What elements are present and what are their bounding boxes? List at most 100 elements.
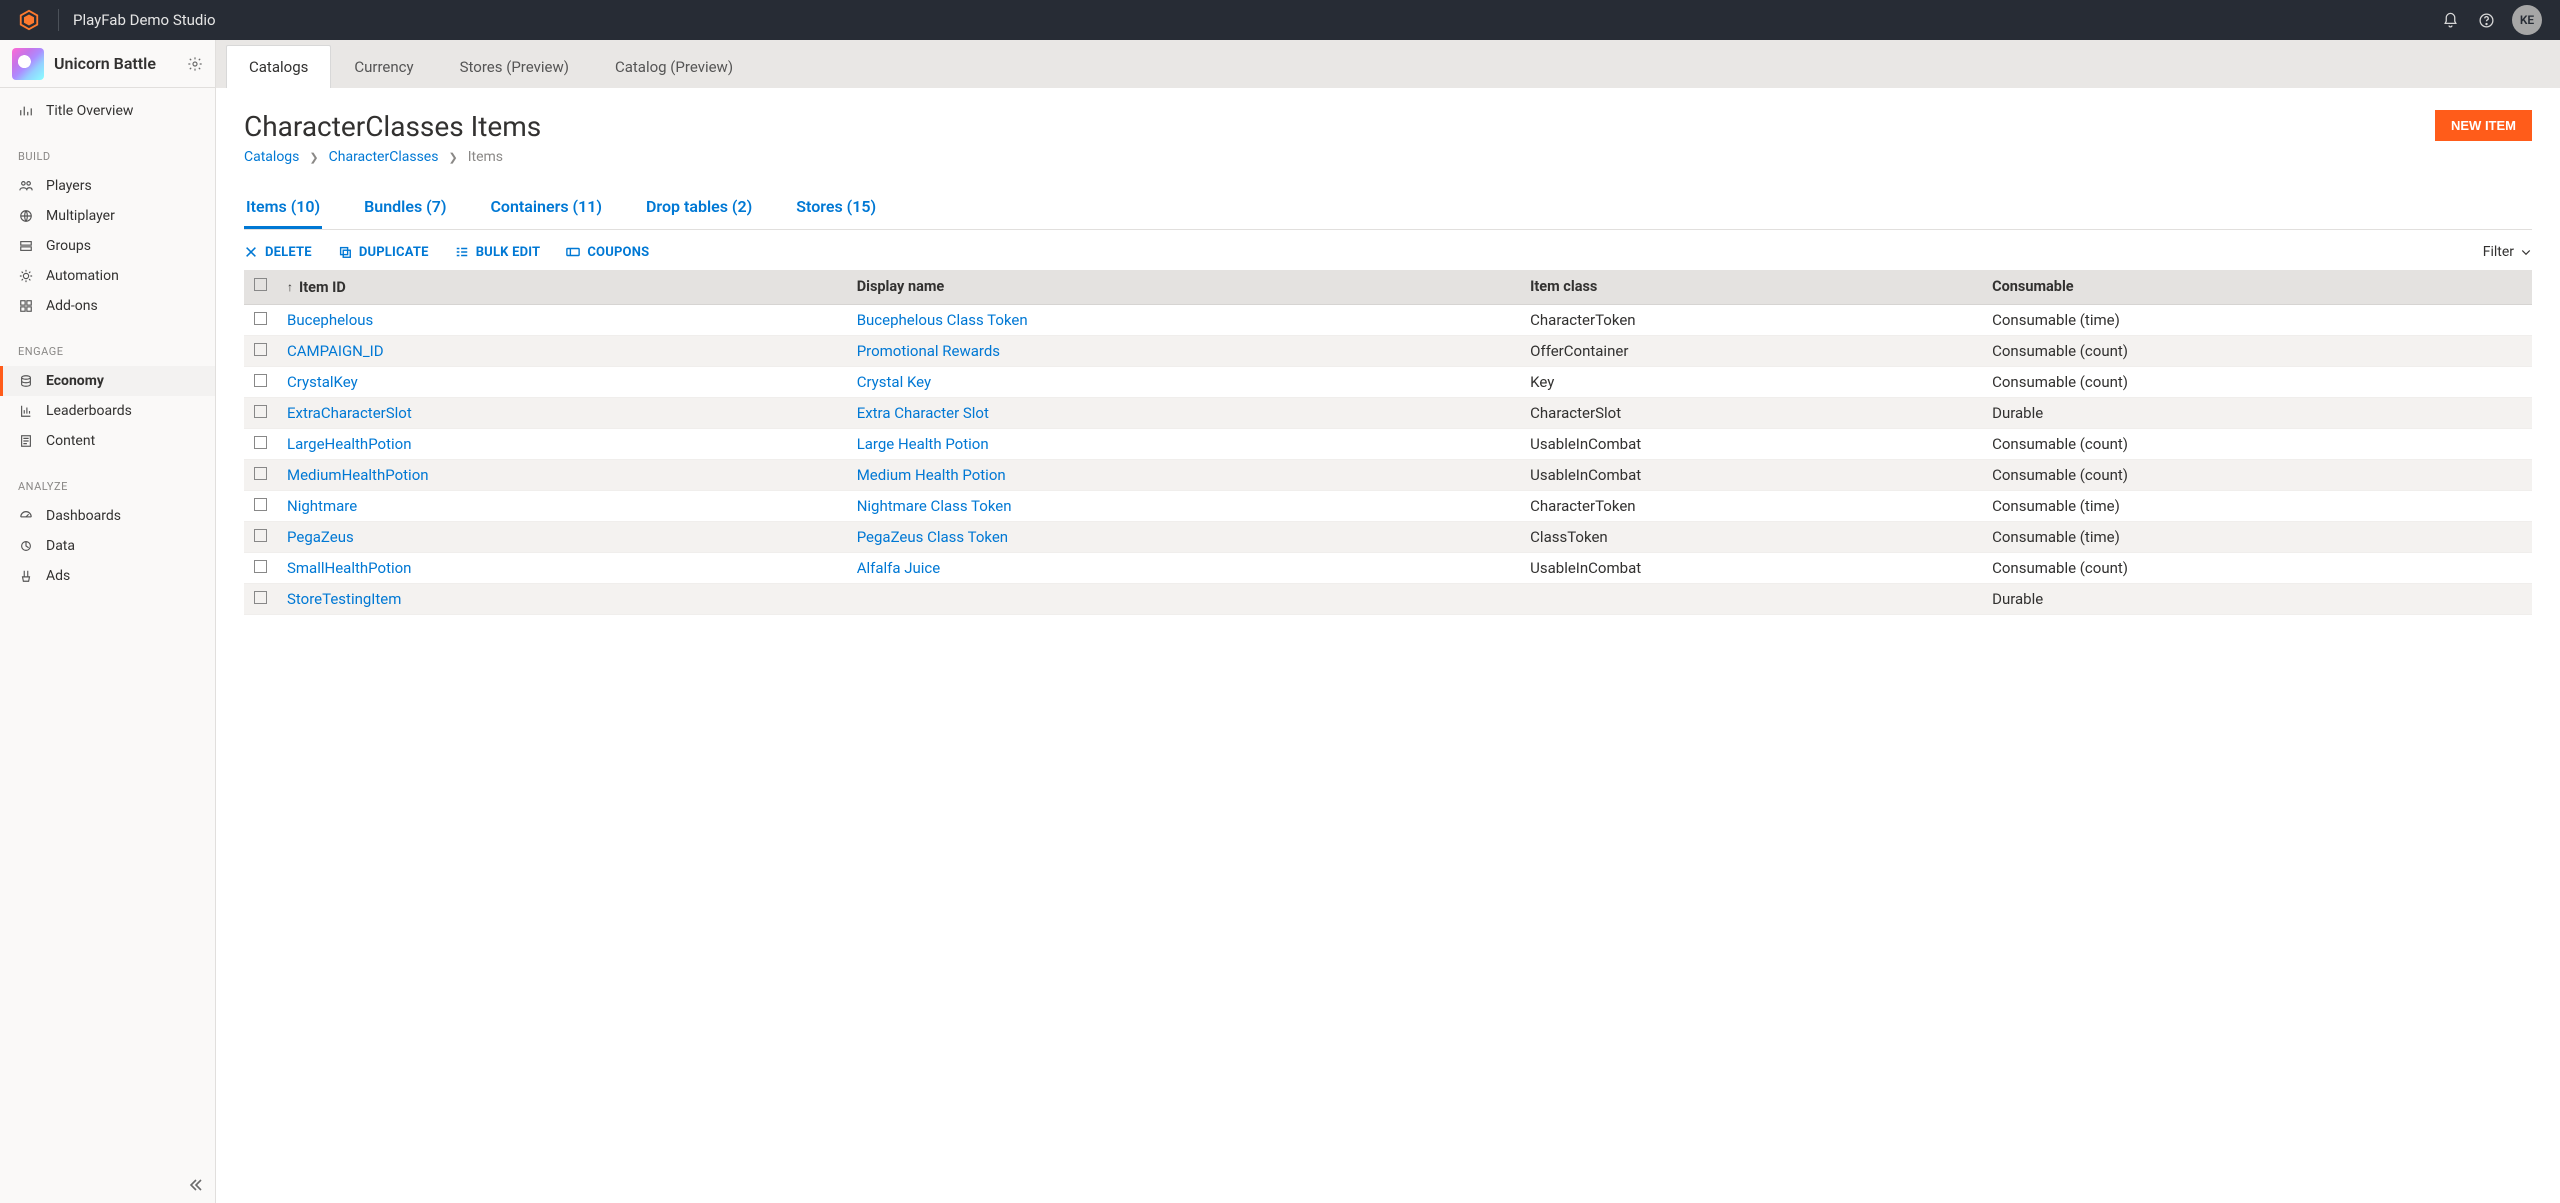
item-id-link[interactable]: SmallHealthPotion	[287, 559, 411, 577]
select-all-checkbox[interactable]	[254, 278, 267, 291]
sidebar-item-data[interactable]: Data	[0, 531, 215, 561]
table-row: PegaZeusPegaZeus Class TokenClassTokenCo…	[244, 521, 2532, 552]
consumable-cell: Consumable (count)	[1982, 552, 2532, 583]
row-checkbox[interactable]	[254, 374, 267, 387]
col-item-class[interactable]: Item class	[1520, 270, 1982, 304]
item-id-link[interactable]: MediumHealthPotion	[287, 466, 429, 484]
sidebar-item-label: Leaderboards	[46, 403, 132, 419]
sidebar-item-dashboards[interactable]: Dashboards	[0, 501, 215, 531]
main-area: Catalogs Currency Stores (Preview) Catal…	[216, 40, 2560, 1203]
row-checkbox[interactable]	[254, 591, 267, 604]
collapse-sidebar-icon[interactable]	[187, 1177, 203, 1193]
help-icon[interactable]	[2468, 2, 2504, 38]
bulk-edit-label: BULK EDIT	[476, 245, 541, 260]
bulk-edit-button[interactable]: BULK EDIT	[455, 245, 541, 260]
display-name-link[interactable]: Extra Character Slot	[857, 404, 989, 422]
notifications-icon[interactable]	[2432, 2, 2468, 38]
coupons-button[interactable]: COUPONS	[566, 245, 649, 260]
tab-currency[interactable]: Currency	[331, 45, 436, 88]
subtab-stores[interactable]: Stores (15)	[794, 187, 878, 229]
display-name-link[interactable]: Alfalfa Juice	[857, 559, 941, 577]
sidebar-item-players[interactable]: Players	[0, 171, 215, 201]
item-id-link[interactable]: LargeHealthPotion	[287, 435, 412, 453]
item-id-link[interactable]: Nightmare	[287, 497, 357, 515]
filter-dropdown[interactable]: Filter	[2483, 244, 2532, 260]
item-id-link[interactable]: StoreTestingItem	[287, 590, 401, 608]
sidebar-item-addons[interactable]: Add-ons	[0, 291, 215, 321]
display-name-link[interactable]: Nightmare Class Token	[857, 497, 1012, 515]
coupons-label: COUPONS	[587, 245, 649, 260]
item-class-cell: CharacterToken	[1520, 304, 1982, 335]
item-class-cell: CharacterSlot	[1520, 397, 1982, 428]
sidebar-item-multiplayer[interactable]: Multiplayer	[0, 201, 215, 231]
items-table: ↑Item ID Display name Item class Consuma…	[244, 270, 2532, 615]
consumable-cell: Consumable (count)	[1982, 335, 2532, 366]
sidebar: Unicorn Battle Title Overview BUILD Play…	[0, 40, 216, 1203]
sidebar-item-economy[interactable]: Economy	[0, 366, 215, 396]
crumb-characterclasses[interactable]: CharacterClasses	[329, 149, 439, 165]
display-name-link[interactable]: Bucephelous Class Token	[857, 311, 1028, 329]
item-id-link[interactable]: ExtraCharacterSlot	[287, 404, 412, 422]
crumb-current: Items	[468, 149, 503, 165]
sidebar-item-automation[interactable]: Automation	[0, 261, 215, 291]
sidebar-item-groups[interactable]: Groups	[0, 231, 215, 261]
item-class-cell: UsableInCombat	[1520, 552, 1982, 583]
subtab-items[interactable]: Items (10)	[244, 187, 322, 229]
row-checkbox[interactable]	[254, 405, 267, 418]
user-avatar[interactable]: KE	[2512, 5, 2542, 35]
subtab-bundles[interactable]: Bundles (7)	[362, 187, 448, 229]
playfab-logo-icon[interactable]	[18, 9, 40, 31]
sidebar-item-ads[interactable]: Ads	[0, 561, 215, 591]
tab-stores-preview[interactable]: Stores (Preview)	[437, 45, 592, 88]
consumable-cell: Durable	[1982, 397, 2532, 428]
table-row: Bucephelous Bucephelous Class Token Charac…	[244, 304, 2532, 335]
delete-button[interactable]: DELETE	[244, 245, 312, 260]
sidebar-item-content[interactable]: Content	[0, 426, 215, 456]
display-name-link[interactable]: Large Health Potion	[857, 435, 989, 453]
title-header[interactable]: Unicorn Battle	[0, 40, 215, 88]
display-name-link[interactable]: Promotional Rewards	[857, 342, 1000, 360]
row-checkbox[interactable]	[254, 529, 267, 542]
table-row: StoreTestingItemDurable	[244, 583, 2532, 614]
subtab-containers[interactable]: Containers (11)	[488, 187, 604, 229]
page-title: CharacterClasses Items	[244, 110, 541, 143]
item-class-cell: UsableInCombat	[1520, 459, 1982, 490]
table-row: CrystalKeyCrystal KeyKeyConsumable (coun…	[244, 366, 2532, 397]
studio-name[interactable]: PlayFab Demo Studio	[73, 11, 216, 29]
consumable-cell: Consumable (time)	[1982, 304, 2532, 335]
row-checkbox[interactable]	[254, 467, 267, 480]
table-row: NightmareNightmare Class TokenCharacterT…	[244, 490, 2532, 521]
display-name-link[interactable]: Crystal Key	[857, 373, 931, 391]
col-display-name[interactable]: Display name	[847, 270, 1520, 304]
subtab-droptables[interactable]: Drop tables (2)	[644, 187, 754, 229]
tab-catalog-preview[interactable]: Catalog (Preview)	[592, 45, 756, 88]
item-id-link[interactable]: PegaZeus	[287, 528, 354, 546]
row-checkbox[interactable]	[254, 436, 267, 449]
item-id-link[interactable]: CrystalKey	[287, 373, 358, 391]
item-class-cell: UsableInCombat	[1520, 428, 1982, 459]
leaderboards-icon	[18, 404, 34, 418]
sort-asc-icon: ↑	[287, 280, 293, 294]
sidebar-item-label: Dashboards	[46, 508, 121, 524]
display-name-link[interactable]: PegaZeus Class Token	[857, 528, 1008, 546]
row-checkbox[interactable]	[254, 498, 267, 511]
row-checkbox[interactable]	[254, 343, 267, 356]
crumb-catalogs[interactable]: Catalogs	[244, 149, 299, 165]
table-row: SmallHealthPotion Alfalfa Juice UsableInCo…	[244, 552, 2532, 583]
display-name-link[interactable]: Medium Health Potion	[857, 466, 1006, 484]
item-id-link[interactable]: Bucephelous	[287, 311, 373, 329]
new-item-button[interactable]: NEW ITEM	[2435, 110, 2532, 141]
row-checkbox[interactable]	[254, 312, 267, 325]
col-consumable[interactable]: Consumable	[1982, 270, 2532, 304]
tab-catalogs[interactable]: Catalogs	[226, 45, 331, 88]
col-item-id[interactable]: ↑Item ID	[277, 270, 847, 304]
sidebar-item-overview[interactable]: Title Overview	[0, 96, 215, 126]
breadcrumb: Catalogs ❯ CharacterClasses ❯ Items	[244, 149, 541, 165]
row-checkbox[interactable]	[254, 560, 267, 573]
item-id-link[interactable]: CAMPAIGN_ID	[287, 342, 384, 360]
gear-icon[interactable]	[187, 56, 203, 72]
chevron-right-icon: ❯	[448, 151, 457, 164]
sidebar-item-leaderboards[interactable]: Leaderboards	[0, 396, 215, 426]
filter-label: Filter	[2483, 244, 2514, 260]
duplicate-button[interactable]: DUPLICATE	[338, 245, 429, 260]
